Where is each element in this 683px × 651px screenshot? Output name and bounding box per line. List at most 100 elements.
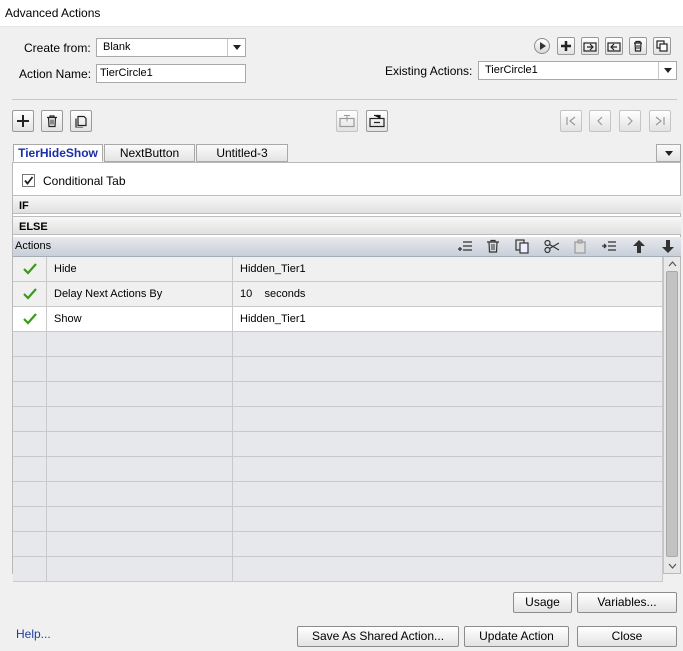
table-row[interactable]	[13, 357, 663, 382]
plus-icon	[17, 115, 29, 127]
check-icon	[24, 176, 34, 185]
actions-scrollbar[interactable]	[663, 257, 680, 573]
move-up-button[interactable]	[632, 239, 646, 254]
add-decision-button[interactable]	[12, 110, 34, 132]
trash-icon	[634, 40, 642, 52]
status-cell	[13, 507, 47, 531]
tab-nextbutton[interactable]: NextButton	[104, 144, 195, 162]
copy-row-button[interactable]	[515, 239, 529, 254]
conditional-tab-checkbox[interactable]	[22, 174, 35, 187]
action-name: Delay Next Actions By	[54, 288, 163, 300]
target-cell[interactable]	[233, 532, 663, 556]
delete-decision-button[interactable]	[41, 110, 63, 132]
add-action-button[interactable]	[557, 37, 575, 55]
action-cell[interactable]	[47, 407, 233, 431]
create-from-select[interactable]: Blank	[96, 38, 246, 57]
table-row[interactable]: Delay Next Actions By 10 seconds	[13, 282, 663, 307]
indent-row-button[interactable]	[601, 239, 617, 254]
last-decision-button[interactable]	[649, 110, 671, 132]
action-name-field[interactable]: TierCircle1	[96, 64, 246, 83]
table-row[interactable]	[13, 407, 663, 432]
variables-button[interactable]: Variables...	[577, 592, 677, 613]
save-as-shared-action-button[interactable]: Save As Shared Action...	[297, 626, 459, 647]
table-row[interactable]	[13, 507, 663, 532]
action-cell[interactable]	[47, 532, 233, 556]
action-name-value: TierCircle1	[100, 67, 153, 79]
scrollbar-thumb[interactable]	[666, 271, 678, 557]
action-cell[interactable]: Delay Next Actions By	[47, 282, 233, 306]
action-cell[interactable]: Show	[47, 307, 233, 331]
previous-decision-button[interactable]	[589, 110, 611, 132]
usage-button[interactable]: Usage	[513, 592, 572, 613]
target-cell[interactable]	[233, 382, 663, 406]
action-target: 10 seconds	[240, 288, 306, 300]
action-cell[interactable]	[47, 482, 233, 506]
tab-untitled-3[interactable]: Untitled-3	[196, 144, 288, 162]
next-decision-button[interactable]	[619, 110, 641, 132]
action-cell[interactable]	[47, 557, 233, 581]
target-cell[interactable]: Hidden_Tier1	[233, 307, 663, 331]
scroll-up-icon	[668, 261, 677, 267]
table-row[interactable]: Show Hidden_Tier1	[13, 307, 663, 332]
divider	[12, 99, 677, 100]
action-cell[interactable]	[47, 357, 233, 381]
table-row[interactable]	[13, 332, 663, 357]
existing-actions-select[interactable]: TierCircle1	[478, 61, 677, 80]
tab-tierhideshow[interactable]: TierHideShow	[13, 144, 103, 162]
action-cell[interactable]: Hide	[47, 257, 233, 281]
save-decision-button[interactable]	[336, 110, 358, 132]
update-action-button[interactable]: Update Action	[464, 626, 569, 647]
else-section[interactable]: ELSE	[13, 216, 681, 235]
if-section[interactable]: IF	[13, 195, 681, 214]
target-cell[interactable]	[233, 332, 663, 356]
chevron-right-icon	[627, 116, 633, 126]
table-row[interactable]	[13, 532, 663, 557]
target-cell[interactable]	[233, 432, 663, 456]
table-row[interactable]	[13, 382, 663, 407]
table-row[interactable]	[13, 557, 663, 582]
export-icon	[607, 42, 621, 52]
delete-row-button[interactable]	[486, 239, 500, 254]
action-cell[interactable]	[47, 432, 233, 456]
save-decision-icon	[339, 115, 355, 128]
target-cell[interactable]	[233, 507, 663, 531]
action-name: Hide	[54, 263, 77, 275]
target-cell[interactable]: Hidden_Tier1	[233, 257, 663, 281]
check-icon	[23, 263, 37, 275]
preview-play-button[interactable]	[534, 38, 550, 54]
target-cell[interactable]: 10 seconds	[233, 282, 663, 306]
first-decision-button[interactable]	[560, 110, 582, 132]
close-button[interactable]: Close	[577, 626, 677, 647]
insert-action-button[interactable]	[457, 239, 473, 254]
target-cell[interactable]	[233, 357, 663, 381]
action-cell[interactable]	[47, 457, 233, 481]
duplicate-action-button[interactable]	[653, 37, 671, 55]
action-target: Hidden_Tier1	[240, 313, 306, 325]
existing-actions-label: Existing Actions:	[385, 64, 473, 78]
target-cell[interactable]	[233, 407, 663, 431]
action-cell[interactable]	[47, 507, 233, 531]
tabs-overflow-button[interactable]	[656, 144, 681, 162]
table-row[interactable]	[13, 482, 663, 507]
target-cell[interactable]	[233, 557, 663, 581]
paste-row-button[interactable]	[573, 239, 587, 254]
scroll-down-icon	[668, 563, 677, 569]
table-row[interactable]: Hide Hidden_Tier1	[13, 257, 663, 282]
insert-decision-button[interactable]	[366, 110, 388, 132]
target-cell[interactable]	[233, 482, 663, 506]
cut-row-button[interactable]	[544, 239, 560, 254]
move-down-button[interactable]	[661, 239, 675, 254]
table-row[interactable]	[13, 432, 663, 457]
delete-action-button[interactable]	[629, 37, 647, 55]
table-row[interactable]	[13, 457, 663, 482]
duplicate-decision-button[interactable]	[70, 110, 92, 132]
action-cell[interactable]	[47, 382, 233, 406]
paste-icon	[574, 239, 586, 254]
target-cell[interactable]	[233, 457, 663, 481]
window-title: Advanced Actions	[5, 6, 101, 20]
export-action-button[interactable]	[605, 37, 623, 55]
help-link[interactable]: Help...	[16, 627, 51, 641]
import-action-button[interactable]	[581, 37, 599, 55]
insert-decision-icon	[369, 114, 385, 128]
action-cell[interactable]	[47, 332, 233, 356]
